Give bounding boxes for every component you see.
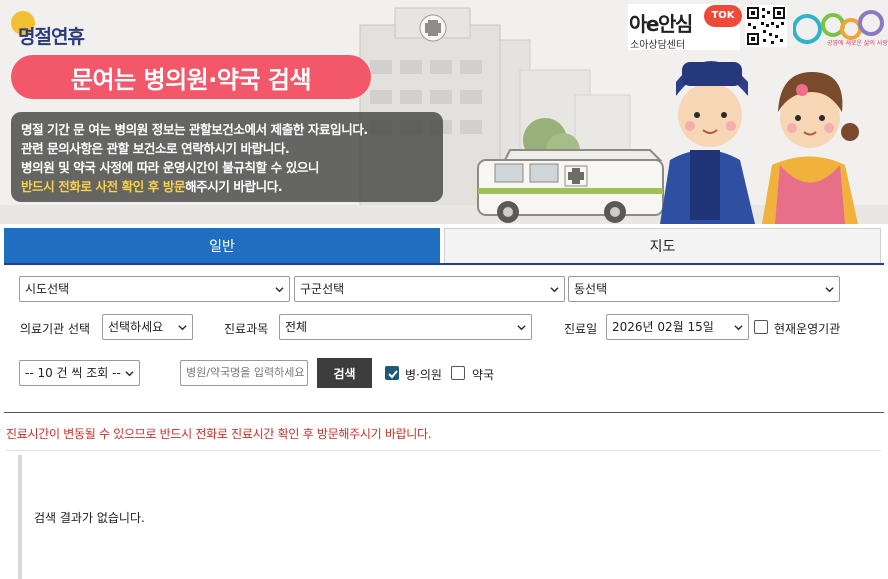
open-now-checkbox[interactable] [754, 320, 768, 334]
page-title-text: 문여는 병의원·약국 검색 [70, 65, 312, 94]
notice-line: 병의원 및 약국 사정에 따라 운영시간이 불규칙할 수 있으니 [21, 160, 320, 175]
tab-bar: 일반 지도 [4, 228, 884, 265]
tab-map[interactable]: 지도 [444, 228, 881, 263]
chevron-down-icon [550, 287, 559, 293]
name-search-input[interactable]: 병원/약국명을 입력하세요 [180, 360, 308, 386]
page-title: 문여는 병의원·약국 검색 [11, 55, 371, 99]
date-select-value: 2026년 02월 15일 [612, 320, 714, 334]
warning-message: 진료시간이 변동될 수 있으므로 반드시 전화로 진료시간 확인 후 방문해주시… [6, 427, 432, 441]
gugun-select-value: 구군선택 [300, 282, 345, 296]
chevron-down-icon [178, 325, 187, 331]
divider [4, 412, 884, 413]
institution-label: 의료기관 선택 [20, 322, 91, 336]
page-size-select[interactable]: -- 10 건 씩 조회 -- [19, 360, 140, 386]
dong-select-value: 동선택 [574, 282, 608, 296]
partner-badge: TOK [704, 5, 742, 27]
notice-line: 반드시 전화로 사전 확인 후 방문해주시기 바랍니다. [21, 177, 433, 196]
check-icon [388, 370, 398, 379]
hospital-checkbox[interactable] [385, 366, 399, 380]
pharmacy-label: 약국 [472, 368, 495, 382]
partner-name: 아e안심 [629, 12, 693, 36]
chevron-down-icon [517, 325, 526, 331]
tab-general[interactable]: 일반 [4, 228, 440, 263]
qr-code-icon [745, 5, 787, 47]
empty-result-message: 검색 결과가 없습니다. [34, 511, 145, 525]
notice-line: 관련 문의사항은 관할 보건소로 연락하시기 바랍니다. [21, 141, 290, 156]
hospital-label: 병·의원 [405, 368, 442, 382]
name-search-placeholder: 병원/약국명을 입력하세요 [186, 366, 305, 379]
sido-select-value: 시도선택 [25, 282, 70, 296]
pharmacy-checkbox[interactable] [451, 366, 465, 380]
page-size-value: -- 10 건 씩 조회 -- [25, 366, 121, 380]
dept-label: 진료과목 [224, 322, 269, 336]
search-button[interactable]: 검색 [317, 358, 372, 388]
chevron-down-icon [734, 325, 743, 331]
gugun-select[interactable]: 구군선택 [294, 276, 565, 302]
date-select[interactable]: 2026년 02월 15일 [606, 314, 749, 340]
hero-banner: 명절연휴 문여는 병의원·약국 검색 명절 기간 문 여는 병의원 정보는 관할… [0, 0, 888, 224]
dong-select[interactable]: 동선택 [568, 276, 840, 302]
notice-box: 명절 기간 문 여는 병의원 정보는 관할보건소에서 제출한 자료입니다. 관련… [11, 112, 443, 202]
gcn-tagline: 공영에 새로운 삶의 사랑 [827, 40, 888, 47]
dept-select-value: 전체 [285, 320, 308, 334]
institution-select-value: 선택하세요 [108, 320, 164, 334]
open-now-label: 현재운영기관 [774, 322, 841, 336]
chevron-down-icon [275, 287, 284, 293]
chevron-down-icon [125, 371, 134, 377]
chevron-down-icon [825, 287, 834, 293]
partner-sub: 소아상담센터 [630, 40, 686, 51]
result-side-rule [18, 455, 22, 579]
notice-line: 명절 기간 문 여는 병의원 정보는 관할보건소에서 제출한 자료입니다. [21, 122, 368, 137]
sido-select[interactable]: 시도선택 [19, 276, 290, 302]
holiday-label: 명절연휴 [18, 26, 85, 48]
dept-select[interactable]: 전체 [279, 314, 532, 340]
institution-select[interactable]: 선택하세요 [102, 314, 193, 340]
notice-highlight: 반드시 전화로 사전 확인 후 방문 [21, 179, 186, 194]
notice-tail: 해주시기 바랍니다. [185, 179, 283, 194]
date-label: 진료일 [564, 322, 598, 336]
